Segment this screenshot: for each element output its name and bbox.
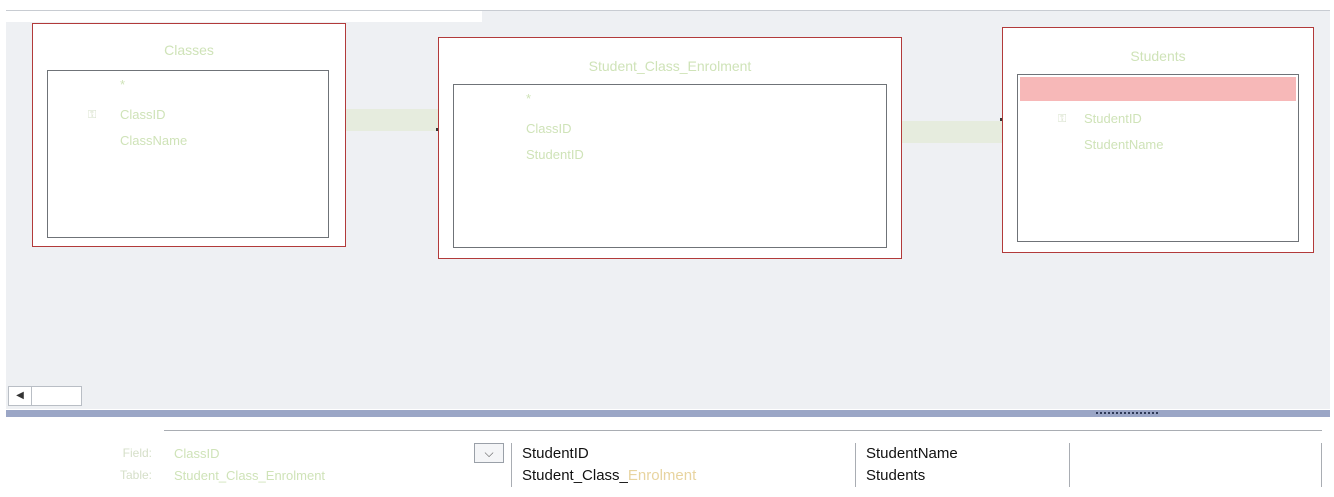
grid-cell-table-1[interactable]: Student_Class_Enrolment: [164, 465, 512, 487]
grid-cell-field-1[interactable]: ClassID: [164, 443, 512, 465]
field-item-studentname[interactable]: StudentName: [1084, 137, 1164, 152]
key-icon: ⚿: [1058, 113, 1067, 125]
field-item-studentid[interactable]: StudentID: [526, 147, 584, 162]
table-title[interactable]: Classes: [33, 42, 345, 58]
key-icon: ⚿: [88, 109, 97, 121]
chevron-down-icon[interactable]: ⌵: [474, 443, 504, 463]
query-design-canvas[interactable]: Classes * ⚿ ClassID ClassName Student_Cl…: [6, 10, 1330, 409]
selected-field-row[interactable]: *: [1020, 77, 1296, 101]
grid-cell-field-3[interactable]: StudentName: [856, 443, 1070, 465]
relationship-line-enrolment-students[interactable]: [902, 121, 1002, 143]
table-students[interactable]: Students * ⚿ StudentID StudentName: [1002, 27, 1314, 253]
relationship-line-classes-enrolment[interactable]: [344, 109, 438, 131]
query-design-grid[interactable]: ClassID StudentID StudentName Student_Cl…: [164, 430, 1322, 497]
field-item-all[interactable]: *: [120, 77, 125, 92]
field-list[interactable]: * ClassID StudentID: [453, 84, 887, 248]
field-list[interactable]: * ⚿ StudentID StudentName: [1017, 74, 1299, 242]
field-item-all[interactable]: *: [526, 91, 531, 106]
table-title[interactable]: Students: [1003, 48, 1313, 64]
field-item-classname[interactable]: ClassName: [120, 133, 187, 148]
field-list[interactable]: * ⚿ ClassID ClassName: [47, 70, 329, 238]
arrow-left-icon[interactable]: ◀: [9, 387, 32, 405]
row-label-field: Field:: [122, 446, 152, 460]
field-item-classid[interactable]: ClassID: [526, 121, 572, 136]
table-name-suffix: Enrolment: [627, 467, 697, 484]
grid-cell-table-2[interactable]: Student_Class_Enrolment: [512, 465, 856, 487]
horizontal-scrollbar[interactable]: ◀: [8, 386, 82, 406]
field-item-classid[interactable]: ClassID: [120, 107, 166, 122]
table-title[interactable]: Student_Class_Enrolment: [439, 58, 901, 74]
table-student-class-enrolment[interactable]: Student_Class_Enrolment * ClassID Studen…: [438, 37, 902, 259]
canvas-top-edge: [6, 11, 482, 22]
field-item-all[interactable]: *: [1090, 81, 1095, 96]
grid-cell-field-2[interactable]: StudentID: [512, 443, 856, 465]
row-label-table: Table:: [119, 468, 152, 482]
table-name-prefix: Student_Class_: [522, 467, 628, 484]
field-item-studentid[interactable]: StudentID: [1084, 111, 1142, 126]
grid-cell-field-4[interactable]: [1070, 443, 1322, 465]
grid-cell-table-3[interactable]: Students: [856, 465, 1070, 487]
table-classes[interactable]: Classes * ⚿ ClassID ClassName: [32, 23, 346, 247]
grid-cell-table-4[interactable]: [1070, 465, 1322, 487]
